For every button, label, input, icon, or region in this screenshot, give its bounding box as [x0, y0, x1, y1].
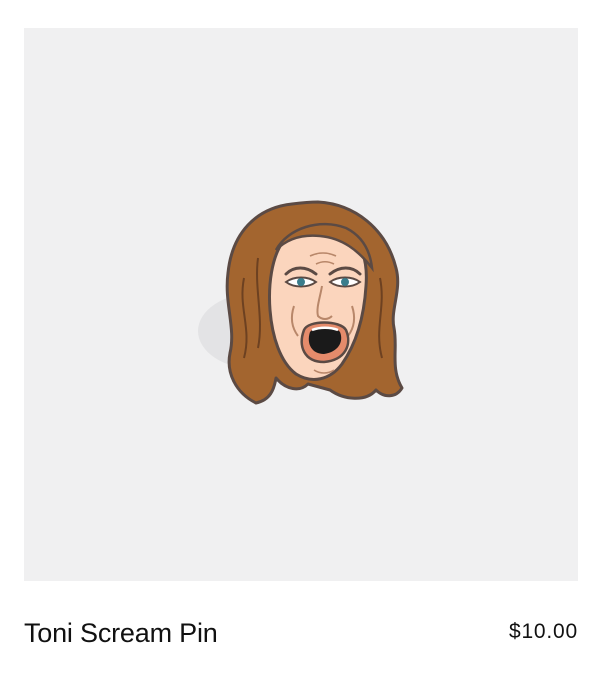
product-info: Toni Scream Pin $10.00: [24, 612, 578, 662]
product-image[interactable]: [24, 28, 578, 581]
enamel-pin-face-icon: [198, 200, 404, 405]
product-card: Toni Scream Pin $10.00: [0, 0, 604, 680]
product-title[interactable]: Toni Scream Pin: [24, 618, 218, 649]
product-price: $10.00: [508, 620, 578, 643]
